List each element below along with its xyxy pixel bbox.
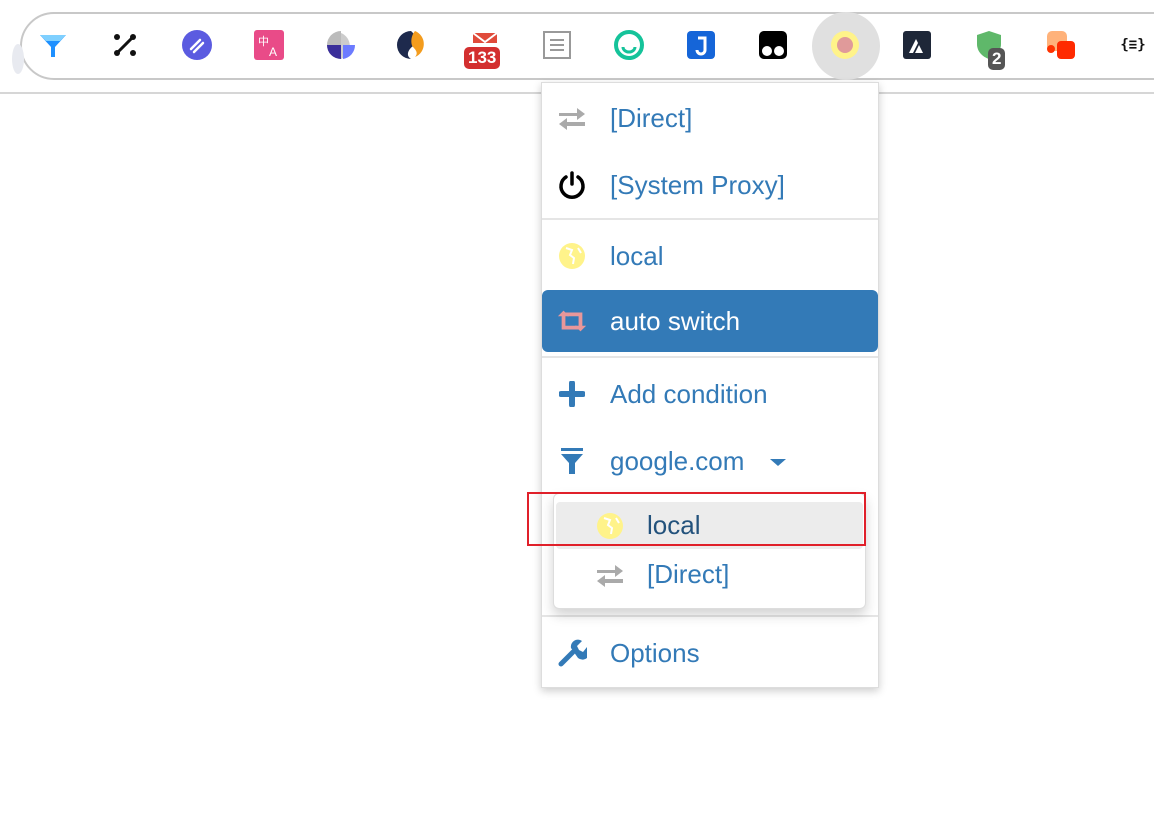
translate-extension-icon[interactable]: 中A	[251, 27, 287, 63]
svg-text:中: 中	[258, 35, 269, 48]
menu-divider	[542, 218, 878, 220]
squares-extension-icon[interactable]	[1043, 27, 1079, 63]
funnel-extension-icon[interactable]	[35, 27, 71, 63]
retweet-icon	[556, 305, 588, 337]
power-icon	[556, 169, 588, 201]
reader-extension-icon[interactable]	[539, 27, 575, 63]
svg-text:A: A	[269, 45, 277, 59]
link-extension-icon[interactable]	[179, 27, 215, 63]
dropdown-item-label: [Direct]	[647, 559, 730, 589]
simplenote-extension-icon[interactable]	[395, 27, 431, 63]
proxy-switch-extension-icon[interactable]	[827, 27, 863, 63]
shield-badge: 2	[988, 48, 1006, 70]
direct-arrows-icon	[556, 102, 588, 134]
plus-icon	[556, 378, 588, 410]
menu-item-label: Options	[610, 637, 700, 668]
mail-badge: 133	[464, 47, 501, 69]
menu-item-label: local	[610, 240, 664, 271]
dropdown-item-direct[interactable]: [Direct]	[556, 551, 863, 598]
json-formatter-extension-icon[interactable]: {≡}	[1115, 27, 1151, 63]
menu-item-label: google.com	[610, 445, 745, 476]
direct-arrows-icon	[594, 559, 626, 591]
menu-item-direct[interactable]: [Direct]	[542, 90, 878, 146]
menu-item-label: [Direct]	[610, 102, 693, 133]
menu-item-add-condition[interactable]: Add condition	[542, 366, 878, 422]
menu-item-label: [System Proxy]	[610, 169, 785, 200]
a-logo-extension-icon[interactable]	[899, 27, 935, 63]
menu-item-auto-switch[interactable]: auto switch	[542, 290, 878, 352]
j-extension-icon[interactable]	[683, 27, 719, 63]
filter-icon	[556, 445, 588, 477]
grammarly-extension-icon[interactable]	[611, 27, 647, 63]
highlight-annotation-box	[527, 492, 866, 546]
globe-icon	[556, 240, 588, 272]
menu-item-system-proxy[interactable]: [System Proxy]	[542, 157, 878, 213]
menu-item-options[interactable]: Options	[542, 625, 878, 681]
menu-divider	[542, 356, 878, 358]
menu-divider	[542, 615, 878, 617]
caret-down-icon	[770, 459, 786, 466]
tampermonkey-extension-icon[interactable]	[755, 27, 791, 63]
menu-item-google-condition[interactable]: google.com	[542, 433, 878, 489]
graph-nodes-extension-icon[interactable]	[107, 27, 143, 63]
wrench-icon	[556, 637, 588, 669]
simplenote-gray-extension-icon[interactable]	[323, 27, 359, 63]
menu-item-label: auto switch	[610, 305, 741, 336]
menu-item-local[interactable]: local	[542, 228, 878, 284]
toolbar-edge	[12, 44, 24, 74]
menu-item-label: Add condition	[610, 378, 768, 409]
